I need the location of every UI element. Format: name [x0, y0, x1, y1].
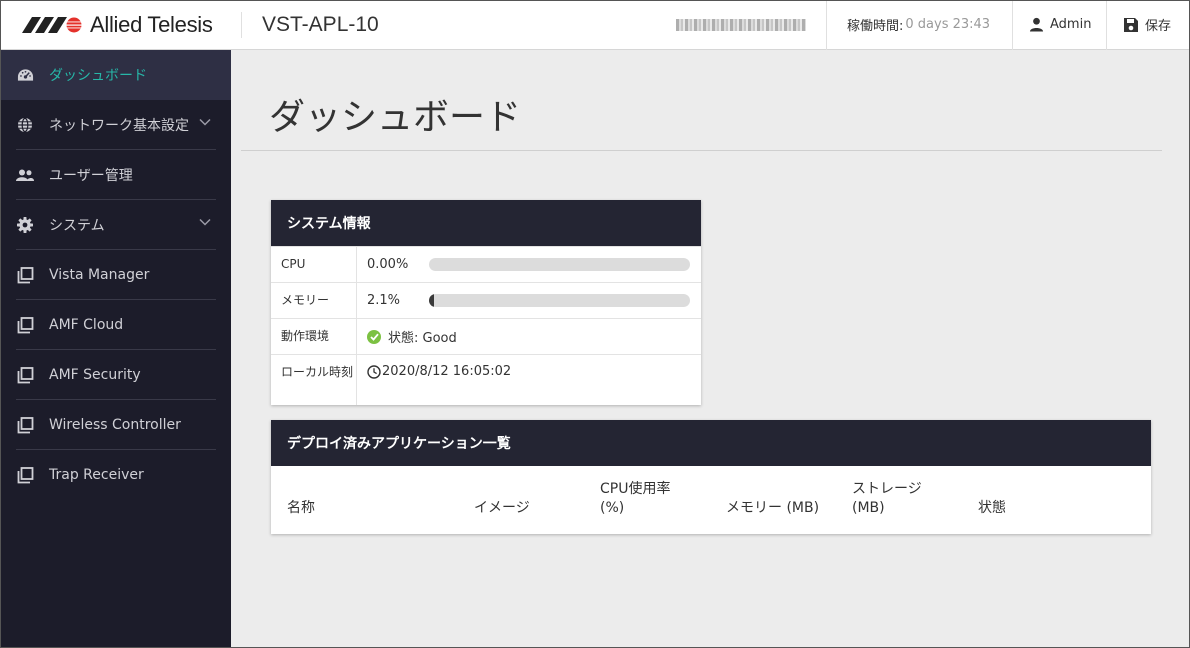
cpu-usage-bar: [429, 258, 690, 271]
floppy-disk-icon: [1124, 17, 1138, 32]
system-info-heading: システム情報: [271, 200, 701, 246]
column-status[interactable]: 状態: [978, 499, 1006, 518]
sidebar-item-system[interactable]: システム: [0, 200, 231, 250]
column-storage[interactable]: ストレージ (MB): [852, 480, 942, 518]
environment-status: 状態: Good: [388, 331, 457, 346]
chevron-down-icon: [199, 118, 211, 126]
sidebar-item-trap-receiver[interactable]: Trap Receiver: [0, 450, 231, 500]
dashboard-icon: [16, 66, 34, 84]
sidebar-item-network[interactable]: ネットワーク基本設定: [0, 100, 231, 150]
product-name: VST-APL-10: [262, 12, 379, 36]
windows-icon: [16, 316, 34, 334]
sidebar-item-users[interactable]: ユーザー管理: [0, 150, 231, 200]
sidebar-item-label: ネットワーク基本設定: [49, 118, 189, 134]
uptime-display: 稼働時間: 0 days 23:43: [826, 0, 1012, 50]
system-info-card: システム情報 CPU 0.00% メモリー 2.1% 動作環境 状態: Good…: [271, 200, 701, 405]
column-cpu[interactable]: CPU使用率 (%): [600, 480, 690, 518]
allied-telesis-logo-icon: [22, 16, 82, 33]
windows-icon: [16, 466, 34, 484]
sidebar-item-label: Trap Receiver: [49, 467, 144, 483]
sidebar-item-label: Vista Manager: [49, 267, 150, 283]
user-name: Admin: [1050, 17, 1092, 32]
chevron-down-icon: [199, 218, 211, 226]
apps-table-header: 名称 イメージ CPU使用率 (%) メモリー (MB) ストレージ (MB) …: [271, 466, 1151, 534]
column-name[interactable]: 名称: [287, 499, 315, 518]
serial-number-redacted: [676, 18, 806, 31]
column-image[interactable]: イメージ: [474, 499, 530, 518]
local-time-label: ローカル時刻: [271, 355, 357, 405]
memory-usage-bar: [429, 294, 690, 307]
save-label: 保存: [1145, 19, 1172, 34]
environment-row: 動作環境 状態: Good: [271, 318, 701, 354]
memory-row: メモリー 2.1%: [271, 282, 701, 318]
column-memory[interactable]: メモリー (MB): [726, 499, 819, 518]
sidebar-item-label: システム: [49, 218, 105, 234]
memory-value: 2.1%: [367, 293, 401, 308]
gear-icon: [16, 216, 34, 234]
page-title: ダッシュボード: [269, 97, 522, 138]
users-icon: [16, 166, 34, 184]
brand-logo[interactable]: Allied Telesis: [0, 11, 242, 38]
sidebar-item-label: AMF Security: [49, 367, 141, 383]
brand-name: Allied Telesis: [90, 11, 213, 37]
sidebar-item-label: AMF Cloud: [49, 317, 124, 333]
sidebar-item-amf-cloud[interactable]: AMF Cloud: [0, 300, 231, 350]
sidebar-item-vista-manager[interactable]: Vista Manager: [0, 250, 231, 300]
top-bar: Allied Telesis VST-APL-10 稼働時間: 0 days 2…: [0, 0, 1190, 50]
local-time-row: ローカル時刻 2020/8/12 16:05:02: [271, 354, 701, 405]
sidebar-item-label: Wireless Controller: [49, 417, 181, 433]
cpu-value: 0.00%: [367, 257, 409, 272]
cpu-label: CPU: [271, 247, 357, 282]
sidebar-item-label: ダッシュボード: [49, 68, 147, 84]
windows-icon: [16, 416, 34, 434]
user-menu-button[interactable]: Admin: [1012, 0, 1106, 50]
windows-icon: [16, 266, 34, 284]
windows-icon: [16, 366, 34, 384]
user-icon: [1029, 17, 1044, 32]
save-button[interactable]: 保存: [1106, 0, 1190, 50]
sidebar-item-wireless-controller[interactable]: Wireless Controller: [0, 400, 231, 450]
sidebar-item-dashboard[interactable]: ダッシュボード: [0, 50, 231, 100]
clock-icon: [367, 365, 381, 379]
title-divider: [241, 150, 1162, 151]
deployed-apps-card: デプロイ済みアプリケーション一覧 名称 イメージ CPU使用率 (%) メモリー…: [271, 420, 1151, 534]
sidebar-item-label: ユーザー管理: [49, 168, 133, 184]
environment-label: 動作環境: [271, 319, 357, 354]
check-circle-icon: [367, 329, 381, 344]
cpu-row: CPU 0.00%: [271, 246, 701, 282]
deployed-apps-heading: デプロイ済みアプリケーション一覧: [271, 420, 1151, 466]
local-time-value: 2020/8/12 16:05:02: [382, 364, 512, 379]
main-content: ダッシュボード システム情報 CPU 0.00% メモリー 2.1% 動作環境: [231, 50, 1190, 648]
sidebar: ダッシュボード ネットワーク基本設定 ユーザー管理 システム Vista Man…: [0, 50, 231, 648]
uptime-value: 0 days 23:43: [905, 17, 991, 32]
uptime-label: 稼働時間:: [847, 19, 904, 34]
memory-usage-fill: [429, 294, 435, 307]
sidebar-item-amf-security[interactable]: AMF Security: [0, 350, 231, 400]
memory-label: メモリー: [271, 283, 357, 318]
globe-icon: [16, 116, 34, 134]
